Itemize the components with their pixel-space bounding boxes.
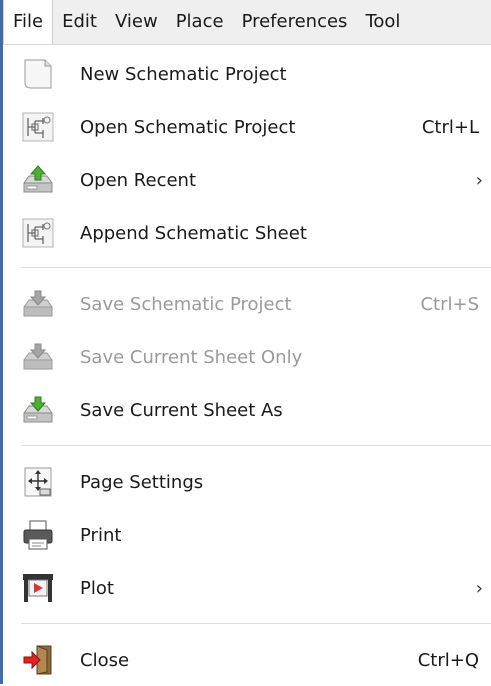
menu-preferences[interactable]: Preferences xyxy=(233,0,357,44)
menu-item-label: Plot xyxy=(80,577,114,599)
append-sheet-icon xyxy=(21,216,55,250)
menu-item-label: Open Recent xyxy=(80,169,197,191)
menu-item-save-schematic-project[interactable]: Save Schematic Project Ctrl+S xyxy=(3,278,491,330)
open-recent-icon xyxy=(21,163,55,197)
menu-item-plot[interactable]: Plot › xyxy=(3,562,491,614)
menu-item-label: Save Current Sheet Only xyxy=(80,346,303,368)
save-project-icon xyxy=(21,287,55,321)
menu-item-label: Close xyxy=(80,649,130,671)
menu-separator xyxy=(21,623,491,624)
menu-item-label: Open Schematic Project xyxy=(80,116,296,138)
menu-item-save-current-sheet-only[interactable]: Save Current Sheet Only xyxy=(3,331,491,383)
menu-item-close[interactable]: Close Ctrl+Q xyxy=(3,634,491,686)
file-menu-dropdown: New Schematic Project Open Schematic Pro… xyxy=(3,45,491,684)
menu-item-print[interactable]: Print xyxy=(3,509,491,561)
new-document-icon xyxy=(21,57,55,91)
open-schematic-icon xyxy=(21,110,55,144)
shortcut-label: Ctrl+L xyxy=(421,116,479,138)
menu-item-label: New Schematic Project xyxy=(80,63,287,85)
shortcut-label: Ctrl+Q xyxy=(417,649,479,671)
menu-item-append-schematic-sheet[interactable]: Append Schematic Sheet xyxy=(3,207,491,259)
menu-file[interactable]: File xyxy=(3,0,54,44)
menu-view[interactable]: View xyxy=(106,0,167,44)
printer-icon xyxy=(21,518,55,552)
page-settings-icon xyxy=(21,465,55,499)
menu-item-label: Save Current Sheet As xyxy=(80,399,283,421)
menu-item-page-settings[interactable]: Page Settings xyxy=(3,456,491,508)
menu-item-save-current-sheet-as[interactable]: Save Current Sheet As xyxy=(3,384,491,436)
menu-separator xyxy=(21,267,491,268)
save-as-icon xyxy=(21,393,55,427)
menu-item-label: Print xyxy=(80,524,122,546)
menu-edit[interactable]: Edit xyxy=(53,0,106,44)
menu-place[interactable]: Place xyxy=(167,0,233,44)
exit-icon xyxy=(21,643,55,677)
submenu-arrow-icon: › xyxy=(475,169,483,191)
shortcut-label: Ctrl+S xyxy=(420,293,479,315)
menu-item-open-schematic-project[interactable]: Open Schematic Project Ctrl+L xyxy=(3,101,491,153)
menu-separator xyxy=(21,445,491,446)
menu-item-label: Save Schematic Project xyxy=(80,293,292,315)
menu-item-label: Append Schematic Sheet xyxy=(80,222,307,244)
menu-bar: File Edit View Place Preferences Tool xyxy=(3,0,491,45)
submenu-arrow-icon: › xyxy=(475,577,483,599)
menu-item-new-schematic-project[interactable]: New Schematic Project xyxy=(3,48,491,100)
plotter-icon xyxy=(21,571,55,605)
menu-item-label: Page Settings xyxy=(80,471,204,493)
menu-tools[interactable]: Tool xyxy=(356,0,409,44)
save-sheet-icon xyxy=(21,340,55,374)
menu-item-open-recent[interactable]: Open Recent › xyxy=(3,154,491,206)
